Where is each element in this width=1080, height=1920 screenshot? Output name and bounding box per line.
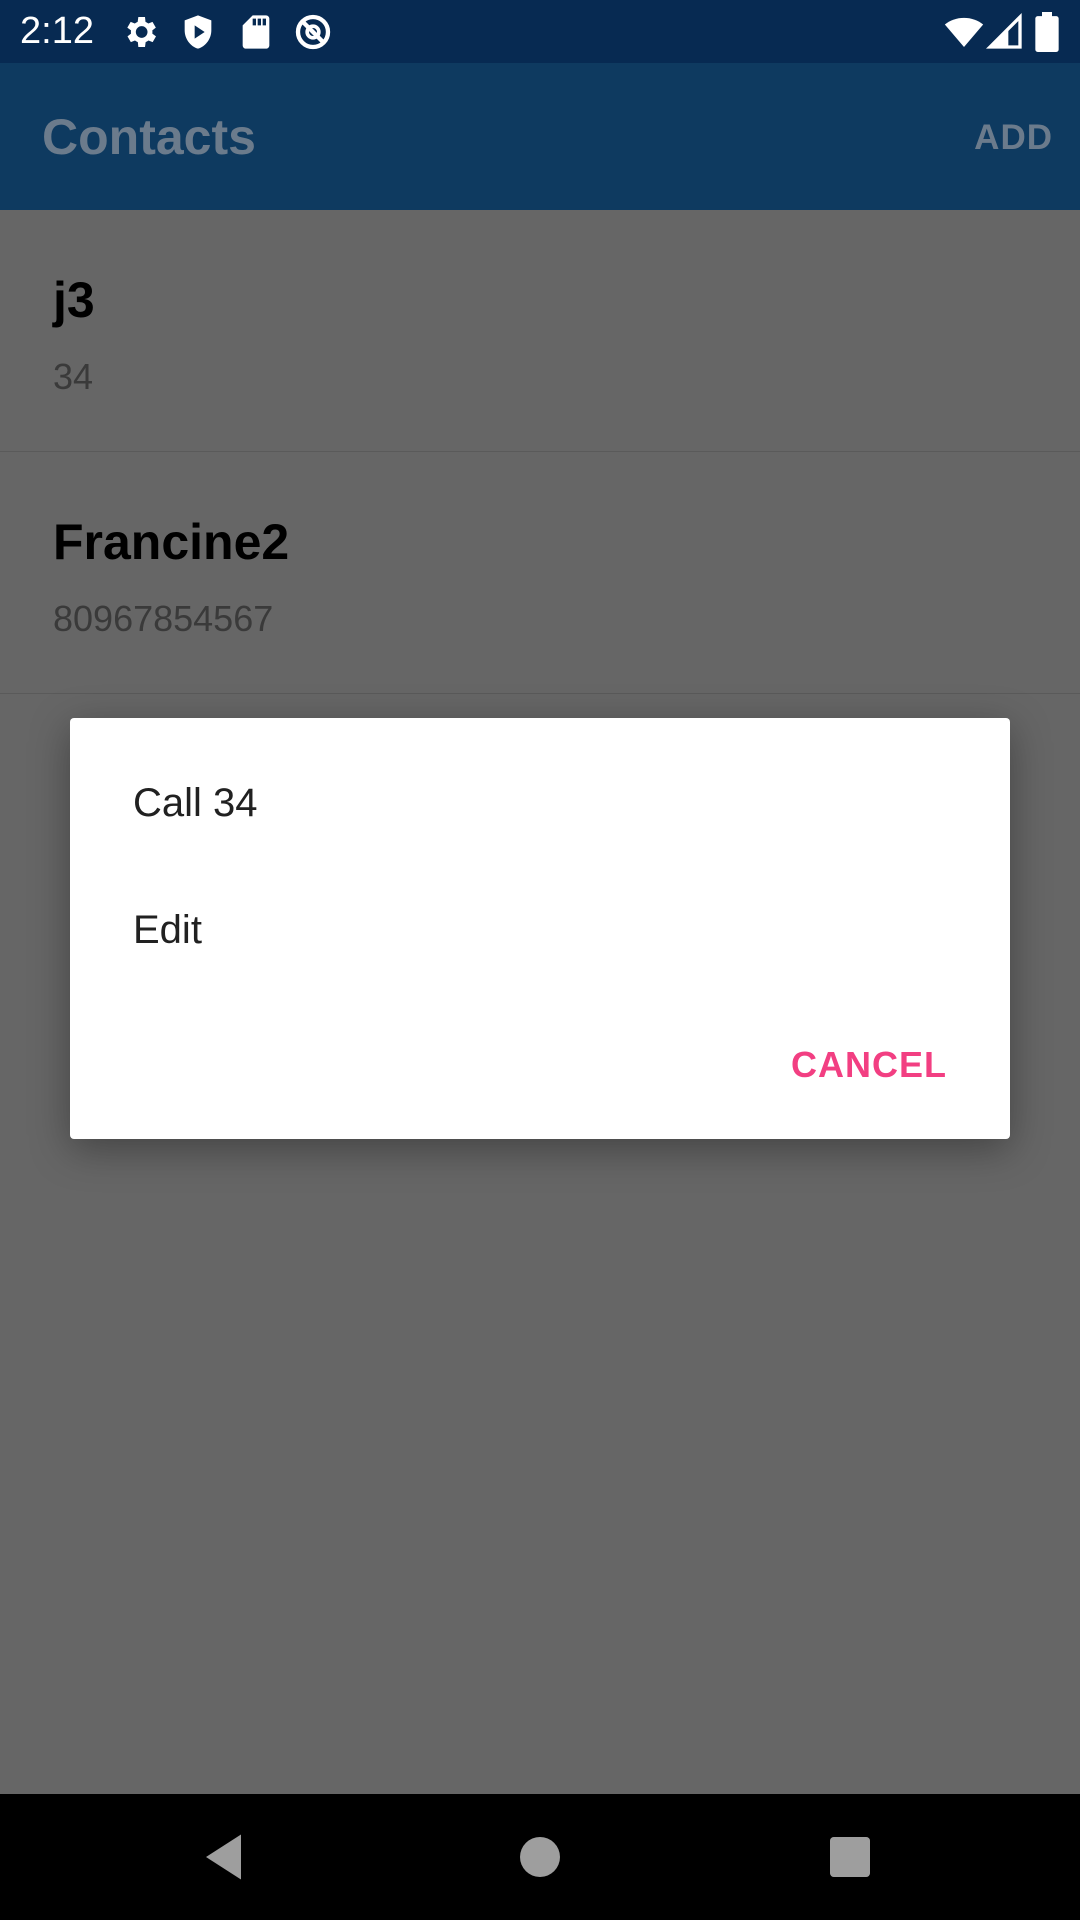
call-option[interactable]: Call 34 [133,778,258,828]
contact-number: 34 [53,356,94,397]
sd-card-icon [236,12,276,52]
contact-name: j3 [53,272,95,328]
screen: 2:12 Contacts ADD j3 34 Francine2 809678… [0,0,1080,1920]
shield-play-icon [178,12,218,52]
contact-number: 80967854567 [53,598,274,639]
app-bar: Contacts ADD [0,63,1080,210]
edit-option[interactable]: Edit [133,905,202,955]
wifi-icon [944,12,984,52]
list-item[interactable]: j3 34 [0,210,1080,452]
navigation-bar [0,1794,1080,1920]
list-item[interactable]: Francine2 80967854567 [0,452,1080,694]
home-icon[interactable] [510,1827,570,1887]
cell-signal-icon [985,12,1025,52]
contact-name: Francine2 [53,514,290,570]
contact-list: j3 34 Francine2 80967854567 [0,210,1080,694]
status-bar: 2:12 [0,0,1080,63]
back-icon[interactable] [196,1827,256,1887]
battery-icon [1030,12,1064,52]
status-time: 2:12 [20,10,94,52]
contact-options-dialog: Call 34 Edit CANCEL [70,718,1010,1139]
page-title: Contacts [42,109,256,165]
cancel-button[interactable]: CANCEL [791,1043,947,1087]
add-button[interactable]: ADD [974,117,1053,159]
recents-icon[interactable] [820,1827,880,1887]
settings-icon [120,12,160,52]
no-sync-icon [293,12,333,52]
